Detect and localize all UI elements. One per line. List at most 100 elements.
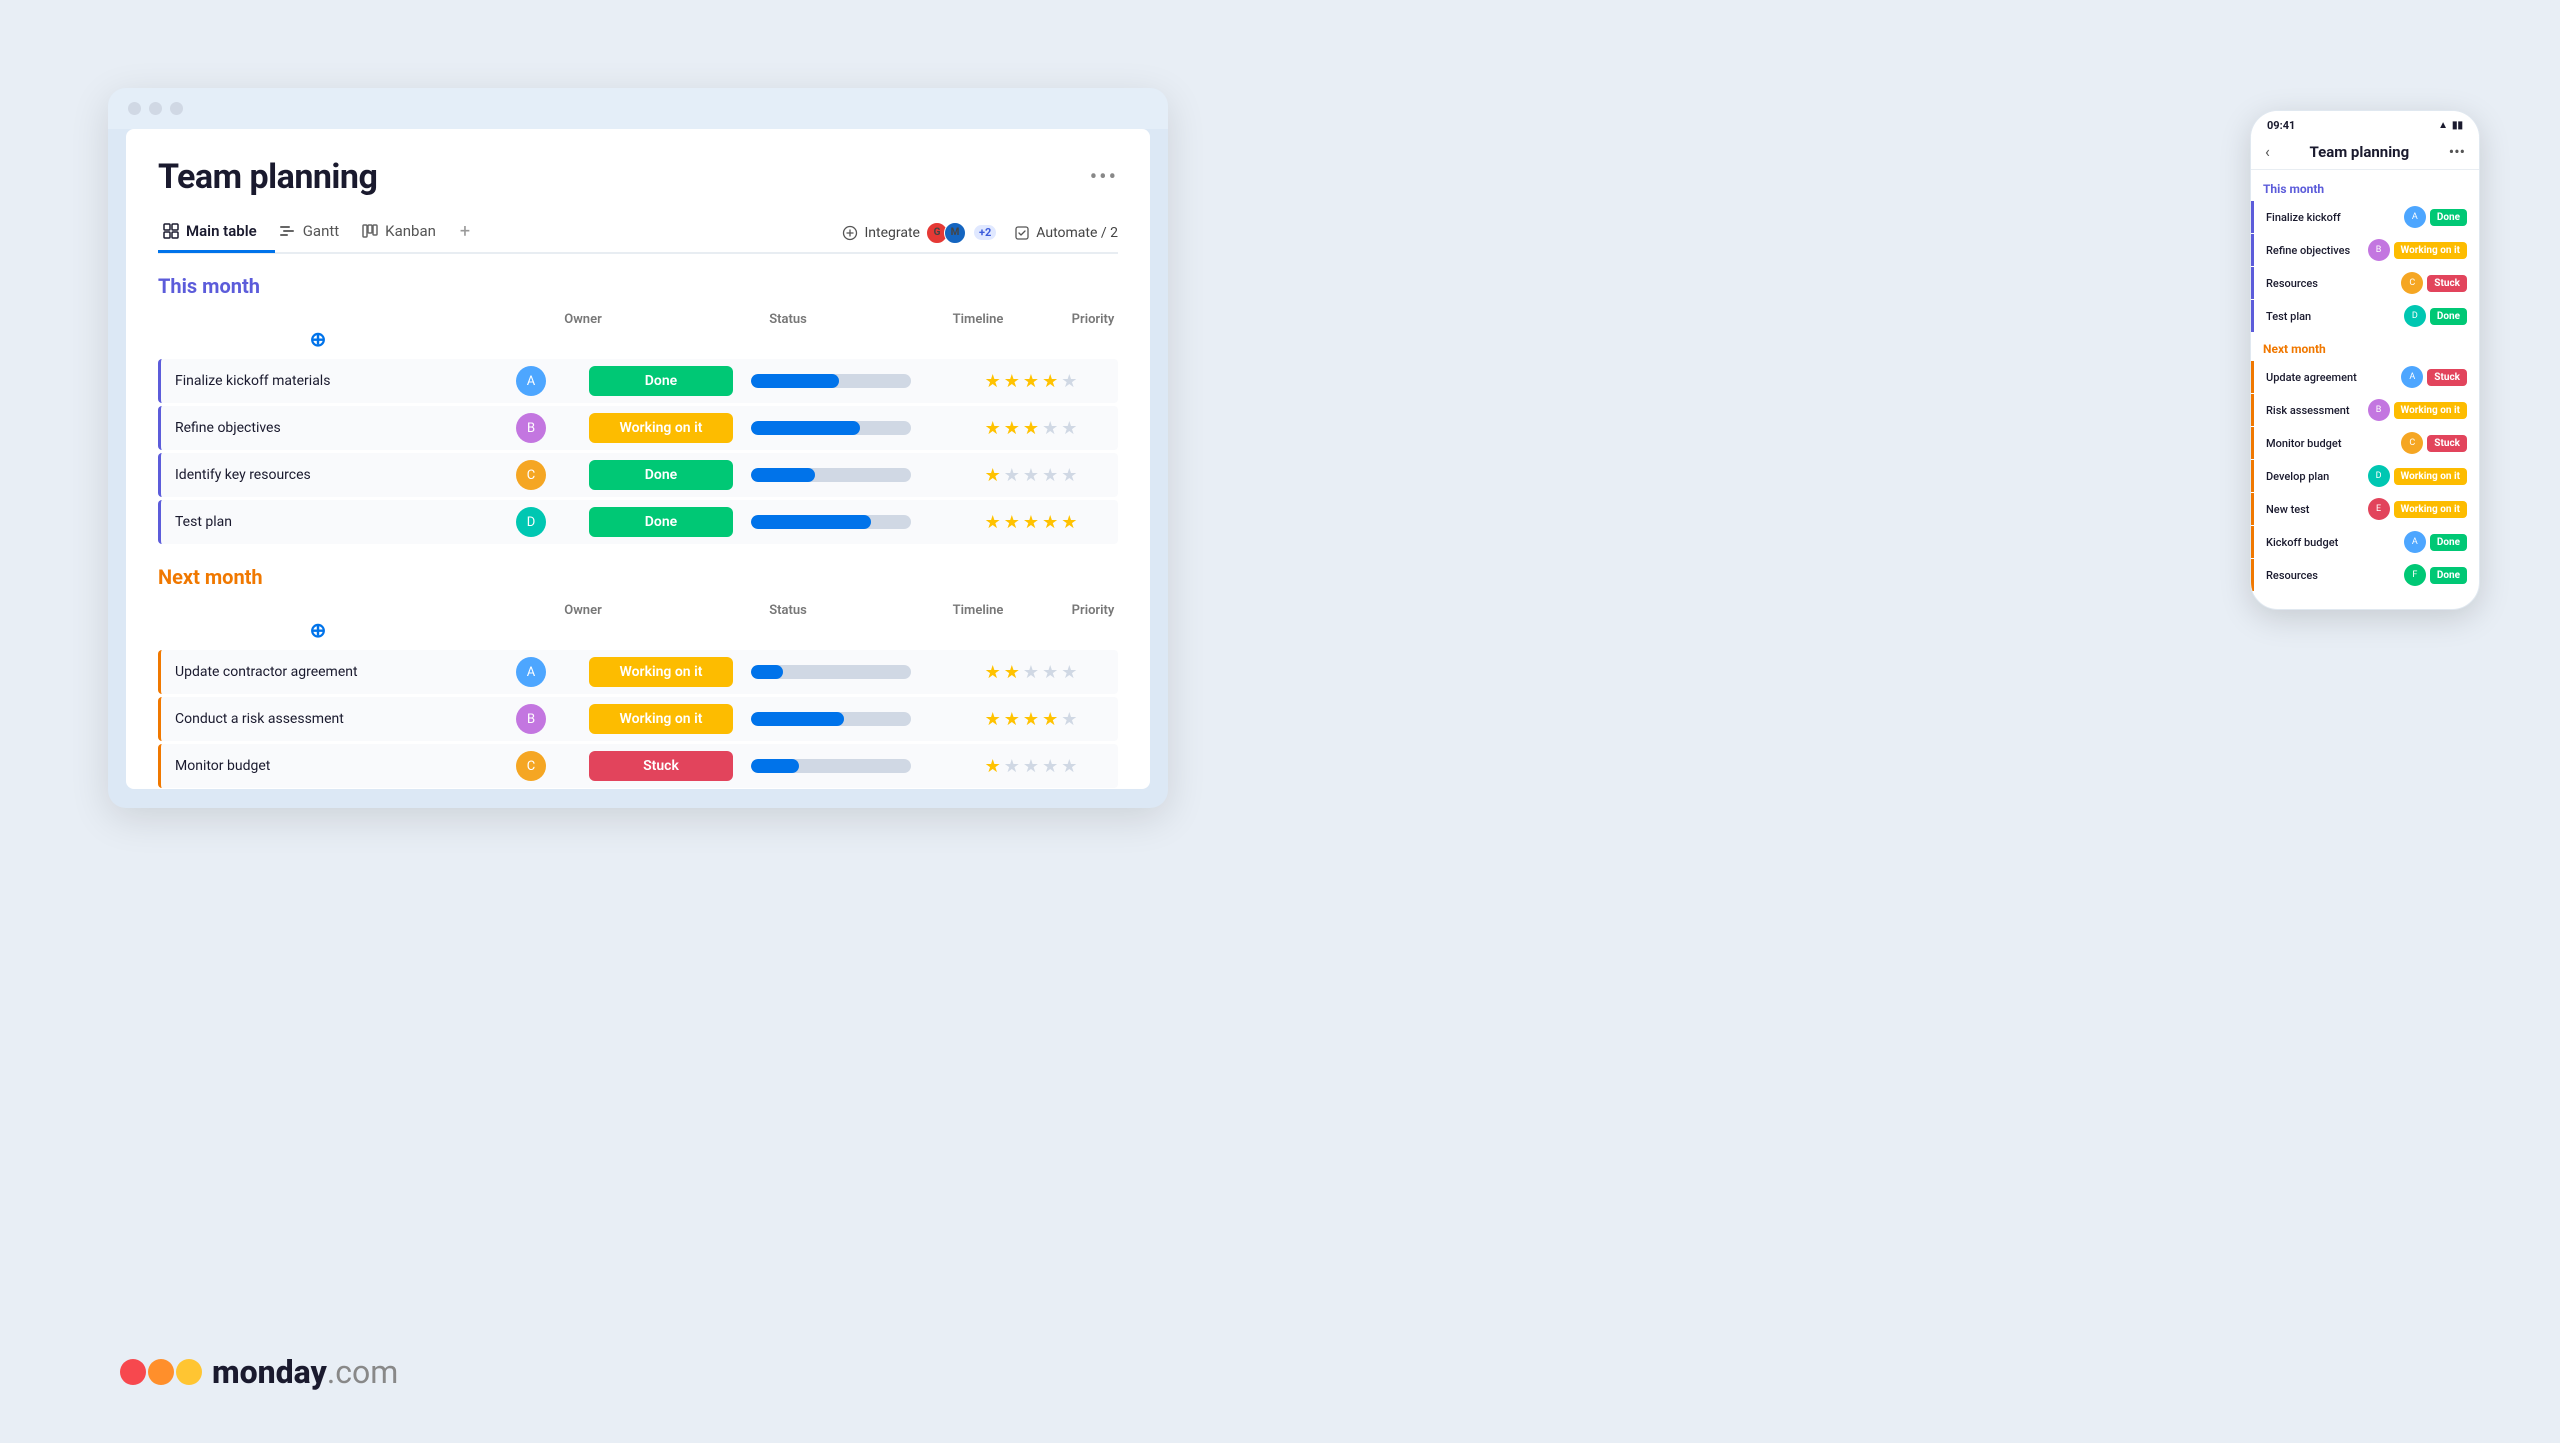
integrate-avatar-2: M: [944, 222, 966, 244]
star: ★: [1061, 512, 1077, 533]
add-column-button-this-month[interactable]: ⊕: [158, 327, 478, 351]
star: ★: [1061, 662, 1077, 683]
status-badge[interactable]: Done: [589, 460, 733, 490]
table-row[interactable]: Refine objectives B Working on it ★★★★★: [158, 406, 1118, 450]
star: ★: [985, 465, 1001, 486]
task-owner: A: [481, 657, 581, 687]
list-item[interactable]: Resources F Done: [2251, 559, 2479, 591]
tab-actions: Integrate G M +2 Automate / 2: [842, 222, 1118, 244]
star: ★: [1042, 756, 1058, 777]
phone-next-month-title: Next month: [2251, 338, 2479, 360]
status-badge: Done: [2430, 209, 2467, 226]
table-row[interactable]: Conduct a risk assessment B Working on i…: [158, 697, 1118, 741]
star: ★: [1061, 709, 1077, 730]
logo-dot-orange: [148, 1359, 174, 1385]
logo-com: .com: [327, 1353, 399, 1391]
table-row[interactable]: Test plan D Done ★★★★★: [158, 500, 1118, 544]
status-badge[interactable]: Done: [589, 366, 733, 396]
timeline-track: [751, 468, 911, 482]
integrate-label: Integrate: [864, 225, 920, 241]
phone-status-bar: 09:41 ▲ ▮▮: [2251, 111, 2479, 136]
timeline-fill: [751, 712, 844, 726]
status-badge: Working on it: [2394, 402, 2467, 419]
table-row[interactable]: Update contractor agreement A Working on…: [158, 650, 1118, 694]
next-month-title: Next month: [158, 565, 1118, 589]
star: ★: [1023, 465, 1039, 486]
page-title: Team planning: [158, 157, 377, 197]
avatar: D: [2368, 465, 2390, 487]
add-column-button-next-month[interactable]: ⊕: [158, 618, 478, 642]
status-badge[interactable]: Done: [589, 507, 733, 537]
task-owner: D: [481, 507, 581, 537]
status-badge[interactable]: Working on it: [589, 704, 733, 734]
list-item[interactable]: Monitor budget C Stuck: [2251, 427, 2479, 459]
star: ★: [985, 512, 1001, 533]
phone-this-month-tasks: Finalize kickoff A Done Refine objective…: [2251, 201, 2479, 332]
timeline-fill: [751, 374, 839, 388]
star: ★: [985, 418, 1001, 439]
grid-icon: [162, 223, 179, 240]
table-row[interactable]: Monitor budget C Stuck ★★★★★: [158, 744, 1118, 788]
task-timeline: [741, 515, 941, 529]
star: ★: [1061, 371, 1077, 392]
tab-main-table[interactable]: Main table: [158, 214, 275, 253]
task-priority: ★★★★★: [941, 662, 1121, 683]
more-options-button[interactable]: •••: [1090, 165, 1118, 190]
list-item[interactable]: Finalize kickoff A Done: [2251, 201, 2479, 233]
col-header-owner: Owner: [478, 312, 688, 327]
star: ★: [1042, 418, 1058, 439]
list-item[interactable]: Develop plan D Working on it: [2251, 460, 2479, 492]
task-name: Refine objectives: [161, 410, 481, 446]
phone-task-name: Resources: [2266, 569, 2400, 582]
star: ★: [1042, 512, 1058, 533]
status-badge[interactable]: Working on it: [589, 657, 733, 687]
star: ★: [1023, 756, 1039, 777]
task-status-cell: Done: [581, 366, 741, 396]
list-item[interactable]: Update agreement A Stuck: [2251, 361, 2479, 393]
star: ★: [985, 756, 1001, 777]
status-badge: Stuck: [2427, 435, 2467, 452]
col-header-timeline: Timeline: [888, 312, 1068, 327]
task-name: Finalize kickoff materials: [161, 363, 481, 399]
status-badge: Working on it: [2394, 468, 2467, 485]
phone-task-name: Finalize kickoff: [2266, 211, 2400, 224]
star: ★: [1023, 418, 1039, 439]
phone-back-button[interactable]: ‹: [2265, 142, 2270, 161]
automate-button[interactable]: Automate / 2: [1014, 225, 1118, 241]
tab-kanban[interactable]: Kanban: [357, 214, 454, 253]
list-item[interactable]: Risk assessment B Working on it: [2251, 394, 2479, 426]
avatar: D: [2404, 305, 2426, 327]
tab-gantt[interactable]: Gantt: [275, 214, 357, 253]
list-item[interactable]: Kickoff budget A Done: [2251, 526, 2479, 558]
status-badge: Working on it: [2394, 242, 2467, 259]
table-row[interactable]: Finalize kickoff materials A Done ★★★★★: [158, 359, 1118, 403]
phone-task-name: Update agreement: [2266, 371, 2397, 384]
tab-add-button[interactable]: +: [454, 213, 476, 252]
table-row[interactable]: Identify key resources C Done ★★★★★: [158, 453, 1118, 497]
phone-content: This month Finalize kickoff A Done Refin…: [2251, 170, 2479, 598]
list-item[interactable]: Refine objectives B Working on it: [2251, 234, 2479, 266]
app-header: Team planning •••: [158, 157, 1118, 197]
col-header-timeline-nm: Timeline: [888, 603, 1068, 618]
star: ★: [1004, 709, 1020, 730]
phone-next-month-tasks: Update agreement A Stuck Risk assessment…: [2251, 361, 2479, 591]
status-badge[interactable]: Working on it: [589, 413, 733, 443]
phone-more-button[interactable]: •••: [2449, 142, 2465, 161]
next-month-tasks-container: Update contractor agreement A Working on…: [158, 650, 1118, 789]
list-item[interactable]: Test plan D Done: [2251, 300, 2479, 332]
phone-task-name: Resources: [2266, 277, 2397, 290]
list-item[interactable]: Resources C Stuck: [2251, 267, 2479, 299]
task-status-cell: Stuck: [581, 751, 741, 781]
col-header-owner-nm: Owner: [478, 603, 688, 618]
task-name: Test plan: [161, 504, 481, 540]
timeline-fill: [751, 468, 815, 482]
list-item[interactable]: New test E Working on it: [2251, 493, 2479, 525]
status-badge: Stuck: [2427, 369, 2467, 386]
phone-task-name: Risk assessment: [2266, 404, 2364, 417]
avatar: B: [2368, 399, 2390, 421]
window-content: Team planning ••• Main table: [126, 129, 1150, 789]
status-badge[interactable]: Stuck: [589, 751, 733, 781]
integrate-button[interactable]: Integrate G M +2: [842, 222, 996, 244]
avatar: E: [2368, 498, 2390, 520]
task-owner: C: [481, 751, 581, 781]
